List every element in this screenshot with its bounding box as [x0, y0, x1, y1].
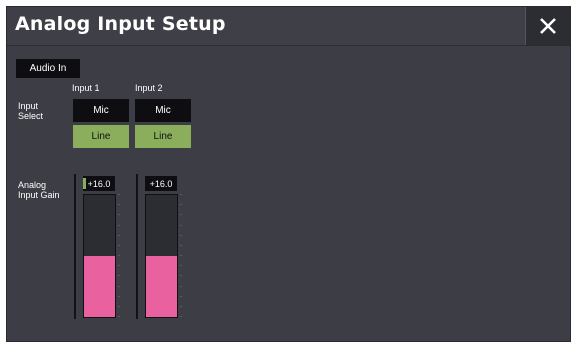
fader-rail: [136, 174, 138, 319]
close-button[interactable]: [525, 7, 570, 45]
input-2-line-button[interactable]: Line: [135, 125, 191, 148]
input-2-mic-button[interactable]: Mic: [135, 99, 191, 122]
scale-tick: [180, 194, 182, 195]
input-1-mic-button[interactable]: Mic: [73, 99, 129, 122]
analog-input-gain-label: Analog Input Gain: [18, 180, 60, 200]
input-1-gain-readout: +16.0: [83, 176, 115, 191]
input-1-gain-fill: [84, 256, 115, 317]
input-1-line-button[interactable]: Line: [73, 125, 129, 148]
input-2-gain-fader[interactable]: +16.0: [136, 174, 184, 319]
scale-tick: [118, 234, 120, 236]
input-1-gain-fader[interactable]: +16.0: [74, 174, 122, 319]
input-1-gain-track[interactable]: [83, 194, 116, 318]
input-2-gain-readout: +16.0: [145, 176, 177, 191]
scale-tick: [180, 255, 182, 256]
scale-tick: [118, 316, 120, 317]
scale-tick: [118, 265, 120, 267]
scale-tick: [118, 305, 120, 307]
scale-tick: [118, 275, 120, 277]
scale-tick: [180, 214, 182, 216]
input-2-gain-track[interactable]: [145, 194, 178, 318]
scale-tick: [180, 305, 182, 307]
scale-tick: [118, 194, 120, 195]
title-bar: Analog Input Setup: [7, 7, 570, 46]
scale-tick: [180, 204, 182, 206]
edit-cursor-indicator: [83, 178, 86, 189]
scale-tick: [180, 244, 182, 246]
scale-tick: [118, 214, 120, 216]
input-2-header: Input 2: [135, 83, 163, 93]
input-select-label: Input Select: [18, 101, 44, 121]
scale-tick: [180, 295, 182, 297]
scale-tick: [118, 285, 120, 287]
scale-tick: [118, 244, 120, 246]
scale-tick: [180, 234, 182, 236]
scale-tick: [180, 265, 182, 267]
close-x-icon: [540, 18, 556, 34]
tab-audio-in[interactable]: Audio In: [16, 59, 80, 78]
analog-input-setup-window: Analog Input Setup Audio In Input 1 Inpu…: [6, 6, 571, 342]
scale-tick: [118, 204, 120, 206]
fader-scale: [180, 194, 182, 318]
fader-rail: [74, 174, 76, 319]
input-2-gain-fill: [146, 256, 177, 317]
page-title: Analog Input Setup: [15, 13, 226, 35]
scale-tick: [180, 275, 182, 277]
scale-tick: [180, 285, 182, 287]
scale-tick: [118, 295, 120, 297]
scale-tick: [180, 224, 182, 226]
scale-tick: [118, 224, 120, 226]
fader-scale: [118, 194, 120, 318]
input-1-header: Input 1: [72, 83, 100, 93]
scale-tick: [180, 316, 182, 317]
scale-tick: [118, 255, 120, 256]
